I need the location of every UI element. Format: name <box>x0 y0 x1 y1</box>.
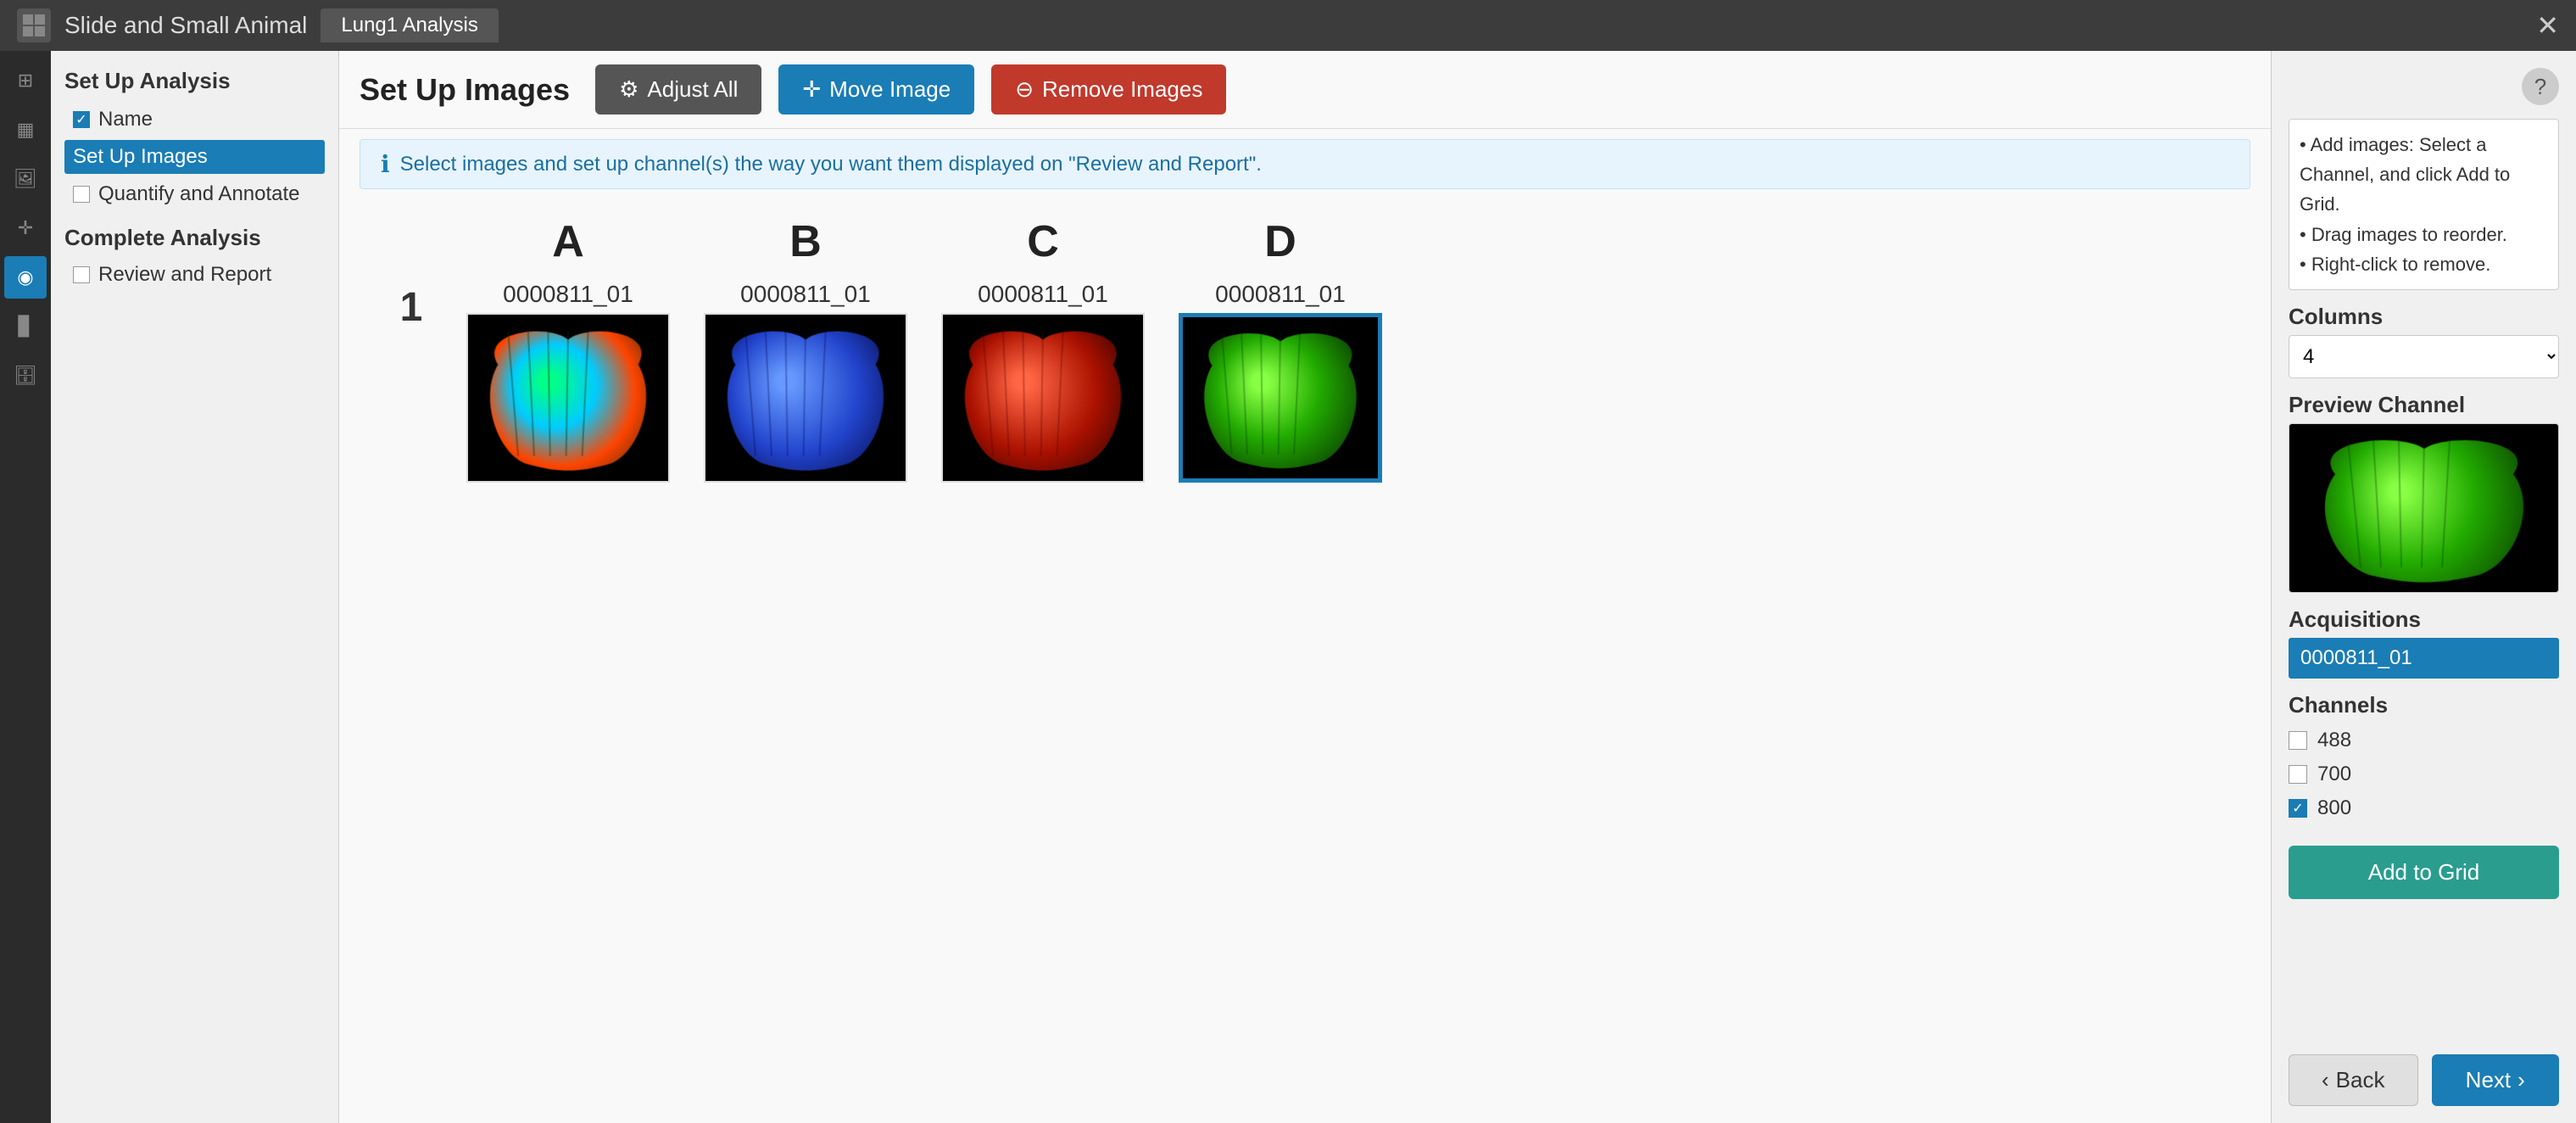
next-chevron-icon: › <box>2517 1067 2525 1093</box>
minus-circle-icon: ⊖ <box>1015 76 1034 103</box>
image-cell-b1[interactable]: 0000811_01 <box>704 281 907 483</box>
image-label-d1: 0000811_01 <box>1215 281 1346 308</box>
grid-col-a: A 0000811_01 <box>466 216 670 483</box>
channel-item-700[interactable]: 700 <box>2289 757 2559 791</box>
row-label-1: 1 <box>390 216 432 331</box>
acquisition-item-1[interactable]: 0000811_01 <box>2289 638 2559 679</box>
gear-icon: ⚙ <box>619 76 638 103</box>
nav-item-quantify[interactable]: Quantify and Annotate <box>64 177 325 211</box>
nav-item-review[interactable]: Review and Report <box>64 258 325 292</box>
image-thumb-a1[interactable] <box>466 313 670 483</box>
help-line-3: • Right-click to remove. <box>2300 249 2548 279</box>
app-title: Slide and Small Animal <box>64 12 307 39</box>
channel-488-checkbox[interactable] <box>2289 731 2307 750</box>
nav-item-name[interactable]: ✓ Name <box>64 103 325 137</box>
image-label-a1: 0000811_01 <box>503 281 633 308</box>
quantify-checkbox <box>73 186 90 203</box>
grid-col-b: B 0000811_01 <box>704 216 907 483</box>
remove-images-button[interactable]: ⊖ Remove Images <box>991 64 1226 115</box>
nav-item-quantify-label: Quantify and Annotate <box>98 182 300 206</box>
sidebar-database-icon[interactable]: 🗄 <box>4 355 47 397</box>
nav-item-setup-images-label: Set Up Images <box>73 145 208 169</box>
review-checkbox <box>73 266 90 283</box>
col-letter-b: B <box>789 216 822 267</box>
col-letter-d: D <box>1264 216 1296 267</box>
panel-bottom: ‹ Back Next › <box>2289 1054 2559 1106</box>
sidebar-barchart-icon[interactable]: ▊ <box>4 305 47 348</box>
sidebar-home-icon[interactable]: ⊞ <box>4 59 47 102</box>
grid-col-d: D 0000811_01 <box>1179 216 1382 483</box>
col-letter-c: C <box>1027 216 1059 267</box>
image-cell-a1[interactable]: 0000811_01 <box>466 281 670 483</box>
name-checkbox: ✓ <box>73 111 90 128</box>
back-button[interactable]: ‹ Back <box>2289 1054 2418 1106</box>
content-header: Set Up Images ⚙ Adjust All ✛ Move Image … <box>339 51 2271 129</box>
sidebar-slides-icon[interactable]: ▦ <box>4 109 47 151</box>
col-letter-a: A <box>552 216 584 267</box>
preview-image <box>2289 423 2559 593</box>
icon-sidebar: ⊞ ▦ 🖼 ✛ ◉ ▊ 🗄 <box>0 51 51 1123</box>
info-icon: ℹ <box>381 150 390 178</box>
image-cell-d1[interactable]: 0000811_01 <box>1179 281 1382 483</box>
page-title: Set Up Images <box>360 72 570 108</box>
preview-channel-label: Preview Channel <box>2289 392 2559 418</box>
right-panel: ? • Add images: Select a Channel, and cl… <box>2271 51 2576 1123</box>
nav-item-setup-images[interactable]: Set Up Images <box>64 140 325 174</box>
image-thumb-b1[interactable] <box>704 313 907 483</box>
app-icon <box>17 8 51 42</box>
content-area: Set Up Images ⚙ Adjust All ✛ Move Image … <box>339 51 2271 1123</box>
columns-select[interactable]: 4 1 2 3 5 6 <box>2289 335 2559 378</box>
image-thumb-d1[interactable] <box>1179 313 1382 483</box>
complete-section-title: Complete Analysis <box>64 225 325 251</box>
image-cell-c1[interactable]: 0000811_01 <box>941 281 1145 483</box>
info-text: Select images and set up channel(s) the … <box>400 153 1262 176</box>
channel-700-label: 700 <box>2317 763 2351 786</box>
move-icon: ✛ <box>802 76 821 103</box>
sidebar-crosshair-icon[interactable]: ✛ <box>4 207 47 249</box>
image-label-c1: 0000811_01 <box>978 281 1108 308</box>
grid-row-1: 1 A 0000811_01 B 0000811_01 <box>390 216 2220 483</box>
close-button[interactable]: ✕ <box>2536 9 2559 42</box>
channel-item-488[interactable]: 488 <box>2289 724 2559 757</box>
add-to-grid-button[interactable]: Add to Grid <box>2289 846 2559 899</box>
titlebar: Slide and Small Animal Lung1 Analysis ✕ <box>0 0 2576 51</box>
nav-panel: Set Up Analysis ✓ Name Set Up Images Qua… <box>51 51 339 1123</box>
help-text-box: • Add images: Select a Channel, and clic… <box>2289 119 2559 290</box>
info-bar: ℹ Select images and set up channel(s) th… <box>360 139 2250 189</box>
channel-800-label: 800 <box>2317 796 2351 820</box>
grid-col-c: C 0000811_01 <box>941 216 1145 483</box>
channel-item-800[interactable]: ✓ 800 <box>2289 791 2559 825</box>
sidebar-images-icon[interactable]: 🖼 <box>4 158 47 200</box>
help-button[interactable]: ? <box>2522 68 2559 105</box>
channel-488-label: 488 <box>2317 729 2351 752</box>
analysis-tab[interactable]: Lung1 Analysis <box>321 8 498 42</box>
sidebar-chart-icon[interactable]: ◉ <box>4 256 47 299</box>
nav-item-name-label: Name <box>98 108 153 131</box>
next-button[interactable]: Next › <box>2432 1054 2560 1106</box>
adjust-all-button[interactable]: ⚙ Adjust All <box>595 64 761 115</box>
channel-700-checkbox[interactable] <box>2289 765 2307 784</box>
setup-section-title: Set Up Analysis <box>64 68 325 94</box>
channels-label: Channels <box>2289 692 2559 718</box>
back-chevron-icon: ‹ <box>2322 1067 2329 1093</box>
help-line-2: • Drag images to reorder. <box>2300 220 2548 249</box>
acquisitions-label: Acquisitions <box>2289 606 2559 633</box>
image-grid-area: 1 A 0000811_01 B 0000811_01 <box>339 199 2271 1123</box>
image-label-b1: 0000811_01 <box>740 281 871 308</box>
move-image-button[interactable]: ✛ Move Image <box>778 64 974 115</box>
nav-item-review-label: Review and Report <box>98 263 271 287</box>
columns-label: Columns <box>2289 304 2559 330</box>
help-line-1: • Add images: Select a Channel, and clic… <box>2300 130 2548 220</box>
channel-800-checkbox[interactable]: ✓ <box>2289 799 2307 818</box>
image-thumb-c1[interactable] <box>941 313 1145 483</box>
